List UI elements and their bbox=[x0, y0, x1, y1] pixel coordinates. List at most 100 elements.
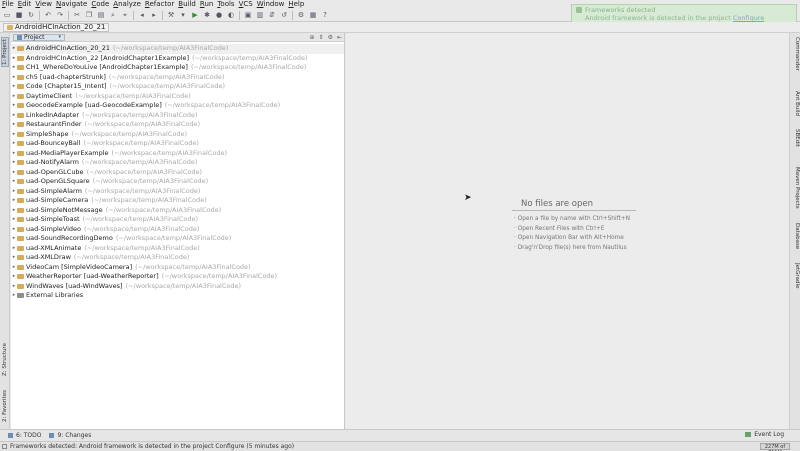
vcs-icon[interactable]: ⇵ bbox=[268, 11, 276, 19]
project-tree-node[interactable]: ▸ uad-XMLDraw (~/workspace/temp/AIA3FinalC… bbox=[11, 253, 344, 263]
project-tree-node[interactable]: ▸ uad-MediaPlayerExample (~/workspace/temp… bbox=[11, 149, 344, 159]
menu-edit[interactable]: Edit bbox=[18, 0, 32, 9]
find-icon[interactable]: ⌕ bbox=[109, 11, 117, 19]
menu-build[interactable]: Build bbox=[178, 0, 196, 9]
settings-icon[interactable]: ⚙ bbox=[297, 11, 305, 19]
project-tree-node[interactable]: ▸ VideoCam [SimpleVideoCamera] (~/workspac… bbox=[11, 263, 344, 273]
make-icon[interactable]: ⚒ bbox=[167, 11, 175, 19]
status-toggle-icon[interactable] bbox=[2, 444, 7, 449]
memory-indicator[interactable]: 227M of 711M bbox=[760, 443, 790, 451]
tab-project[interactable]: 1: Project bbox=[1, 37, 9, 67]
scroll-from-source-icon[interactable]: ⊕ bbox=[310, 34, 315, 41]
project-tree-node[interactable]: ▸ CH1_WhereDoYouLive [AndroidChapter1Exam… bbox=[11, 63, 344, 73]
structure-icon[interactable]: ▦ bbox=[309, 11, 317, 19]
node-path: (~/workspace/temp/AIA3FinalCode) bbox=[83, 224, 200, 233]
menu-view[interactable]: View bbox=[35, 0, 52, 9]
paste-icon[interactable]: ▤ bbox=[97, 11, 105, 19]
project-tree-node[interactable]: ▸ uad-SimpleAlarm (~/workspace/temp/AIA3Fi… bbox=[11, 187, 344, 197]
sync-icon[interactable]: ↻ bbox=[27, 11, 35, 19]
tab-sbedit[interactable]: SBEdit bbox=[791, 129, 800, 147]
project-tree-node[interactable]: ▸ uad-XMLAnimate (~/workspace/temp/AIA3Fin… bbox=[11, 244, 344, 254]
project-tree-node[interactable]: ▸ AndroidHCInAction_22 [AndroidChapter1Ex… bbox=[11, 54, 344, 64]
redo-icon[interactable]: ↷ bbox=[56, 11, 64, 19]
toolbar-separator bbox=[239, 10, 240, 20]
project-tree-node[interactable]: ▸ GeocodeExample [uad-GeocodeExample] (~/w… bbox=[11, 101, 344, 111]
project-view-selector[interactable]: Project ▾ bbox=[13, 33, 65, 41]
avd-manager-icon[interactable]: ▥ bbox=[256, 11, 264, 19]
run-config-icon[interactable]: ▾ bbox=[179, 11, 187, 19]
debug-icon[interactable]: ✱ bbox=[203, 11, 211, 19]
copy-icon[interactable]: ❐ bbox=[85, 11, 93, 19]
module-folder-icon bbox=[17, 46, 24, 52]
configure-link[interactable]: Configure bbox=[733, 14, 765, 22]
menu-vcs[interactable]: VCS bbox=[239, 0, 253, 9]
back-icon[interactable]: ◂ bbox=[138, 11, 146, 19]
run-icon[interactable]: ▶ bbox=[191, 11, 199, 19]
open-icon[interactable]: ▭ bbox=[3, 11, 11, 19]
replace-icon[interactable]: ⌖ bbox=[121, 11, 129, 19]
external-libraries-node[interactable]: ▸ External Libraries bbox=[11, 291, 344, 301]
tab-commander[interactable]: Commander bbox=[791, 37, 800, 71]
project-tree-node[interactable]: ▸ uad-SimpleVideo (~/workspace/temp/AIA3Fi… bbox=[11, 225, 344, 235]
save-icon[interactable]: ■ bbox=[15, 11, 23, 19]
tab-favorites[interactable]: 2: Favorites bbox=[1, 389, 9, 423]
menu-run[interactable]: Run bbox=[200, 0, 213, 9]
cut-icon[interactable]: ✂ bbox=[73, 11, 81, 19]
tab-maven-projects[interactable]: Maven Projects bbox=[791, 167, 800, 209]
node-path: (~/workspace/temp/AIA3FinalCode) bbox=[81, 158, 198, 166]
hide-panel-icon[interactable]: ⇤ bbox=[337, 34, 342, 41]
sdk-manager-icon[interactable]: ▣ bbox=[244, 11, 252, 19]
menu-help[interactable]: Help bbox=[288, 0, 304, 9]
stop-icon[interactable]: ● bbox=[215, 11, 223, 19]
history-icon[interactable]: ↺ bbox=[280, 11, 288, 19]
node-name: SimpleShape bbox=[26, 129, 69, 138]
module-folder-icon bbox=[17, 217, 24, 223]
tab-jetgradle[interactable]: JetGradle bbox=[791, 263, 800, 288]
menu-analyze[interactable]: Analyze bbox=[113, 0, 141, 9]
undo-icon[interactable]: ↶ bbox=[44, 11, 52, 19]
node-name: VideoCam [SimpleVideoCamera] bbox=[26, 262, 133, 271]
project-tree-node[interactable]: ▸ ch5 [uad-chapterStrunk] (~/workspace/tem… bbox=[11, 73, 344, 83]
module-folder-icon bbox=[17, 84, 24, 90]
project-tree-node[interactable]: ▸ RestaurantFinder (~/workspace/temp/AIA3F… bbox=[11, 120, 344, 130]
tab-todo[interactable]: 6: TODO bbox=[8, 432, 41, 439]
menu-code[interactable]: Code bbox=[91, 0, 109, 9]
tab-structure[interactable]: Z: Structure bbox=[1, 343, 9, 377]
tab-database[interactable]: Database bbox=[791, 223, 800, 249]
menu-file[interactable]: File bbox=[2, 0, 14, 9]
project-tree-node[interactable]: ▸ WindWaves [uad-WindWaves] (~/workspace/t… bbox=[11, 282, 344, 292]
coverage-icon[interactable]: ◐ bbox=[227, 11, 235, 19]
tab-ant-build[interactable]: Ant Build bbox=[791, 91, 800, 116]
node-name: GeocodeExample [uad-GeocodeExample] bbox=[26, 101, 162, 109]
tab-changes[interactable]: 9: Changes bbox=[49, 432, 91, 439]
project-tree-node[interactable]: ▸ WeatherReporter [uad-WeatherReporter] (~… bbox=[11, 272, 344, 282]
node-path: (~/workspace/temp/AIA3FinalCode) bbox=[86, 167, 203, 176]
forward-icon[interactable]: ▸ bbox=[150, 11, 158, 19]
toolbar-separator bbox=[39, 10, 40, 20]
project-tree-node[interactable]: ▸ uad-SimpleNotMessage (~/workspace/temp/A… bbox=[11, 206, 344, 216]
tab-event-log[interactable]: Event Log bbox=[745, 431, 784, 438]
node-name: uad-SimpleVideo bbox=[26, 224, 81, 233]
project-tree-node[interactable]: ▸ uad-OpenGLCube (~/workspace/temp/AIA3Fin… bbox=[11, 168, 344, 178]
editor-area[interactable]: No files are open · Open a file by name … bbox=[346, 33, 789, 429]
gear-icon[interactable]: ⚙ bbox=[328, 34, 333, 41]
collapse-all-icon[interactable]: ⇕ bbox=[319, 34, 324, 41]
project-tree-node[interactable]: ▸ uad-SimpleCamera (~/workspace/temp/AIA3F… bbox=[11, 196, 344, 206]
menu-refactor[interactable]: Refactor bbox=[145, 0, 174, 9]
project-tree-node[interactable]: ▸ uad-SimpleToast (~/workspace/temp/AIA3Fi… bbox=[11, 215, 344, 225]
project-tree-node[interactable]: ▸ Code [Chapter15_Intent] (~/workspace/tem… bbox=[11, 82, 344, 92]
menu-tools[interactable]: Tools bbox=[217, 0, 234, 9]
project-tree-node[interactable]: ▸ uad-OpenGLSquare (~/workspace/temp/AIA3F… bbox=[11, 177, 344, 187]
project-tree-node[interactable]: ▸ uad-NotifyAlarm (~/workspace/temp/AIA3Fi… bbox=[11, 158, 344, 168]
project-tree-node[interactable]: ▸ AndroidHCInAction_20_21 (~/workspace/tem… bbox=[11, 44, 344, 54]
project-tree-node[interactable]: ▸ uad-BounceyBall (~/workspace/temp/AIA3Fi… bbox=[11, 139, 344, 149]
menu-window[interactable]: Window bbox=[257, 0, 285, 9]
project-tree-node[interactable]: ▸ uad-SoundRecordingDemo (~/workspace/temp… bbox=[11, 234, 344, 244]
project-tree-node[interactable]: ▸ SimpleShape (~/workspace/temp/AIA3FinalC… bbox=[11, 130, 344, 140]
module-folder-icon bbox=[17, 198, 24, 204]
project-tree-node[interactable]: ▸ LinkedInAdapter (~/workspace/temp/AIA3Fi… bbox=[11, 111, 344, 121]
menu-navigate[interactable]: Navigate bbox=[56, 0, 87, 9]
project-tree-node[interactable]: ▸ DaytimeClient (~/workspace/temp/AIA3Fina… bbox=[11, 92, 344, 102]
breadcrumb[interactable]: AndroidHCInAction_20_21 bbox=[3, 22, 110, 32]
help-icon[interactable]: ? bbox=[321, 11, 329, 19]
